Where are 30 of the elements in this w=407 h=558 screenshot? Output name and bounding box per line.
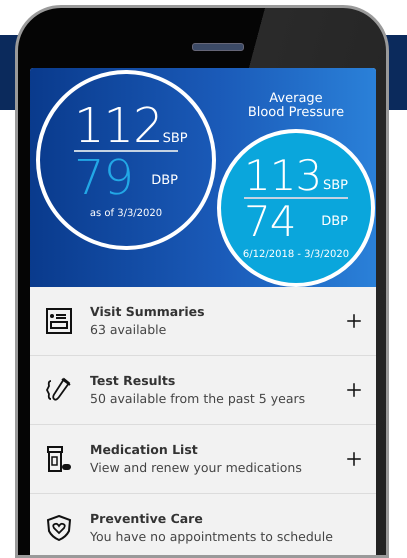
systolic-value: 113 <box>244 155 322 198</box>
unit-label: DBP <box>151 172 178 188</box>
unit-label: DBP <box>321 214 348 230</box>
item-title: Preventive Care <box>90 511 204 526</box>
heart-shield-icon <box>46 514 72 541</box>
systolic-value: 112 <box>74 102 163 150</box>
diastolic-value: 74 <box>244 201 296 244</box>
item-title: Visit Summaries <box>90 304 206 320</box>
list-item[interactable]: Test Results 50 available from the past 5 years <box>30 356 376 425</box>
unit-label: SBP <box>322 178 348 194</box>
diastolic-value: 79 <box>74 154 134 202</box>
item-title: Test Results <box>90 373 176 388</box>
average-title: Average Blood Pressure <box>248 92 344 121</box>
list-item[interactable]: Medication List View and renew your medications <box>30 424 376 494</box>
date-label: as of 3/3/2020 <box>90 208 162 218</box>
plus-icon[interactable] <box>346 312 362 329</box>
unit-label: SBP <box>162 130 188 146</box>
item-subtitle: You have no appointments to schedule <box>90 529 334 544</box>
earpiece <box>192 43 244 51</box>
plus-icon[interactable] <box>346 382 362 398</box>
document-card-icon <box>46 308 72 334</box>
list-item[interactable]: Visit Summaries 63 available <box>30 286 376 356</box>
test-tube-icon <box>46 376 72 403</box>
item-subtitle: 63 available <box>90 322 168 338</box>
plus-icon[interactable] <box>346 450 362 467</box>
item-subtitle: 50 available from the past 5 years <box>90 391 306 406</box>
date-label: 6/12/2018 - 3/3/2020 <box>242 249 350 260</box>
pill-bottle-icon <box>46 446 72 472</box>
item-subtitle: View and renew your medications <box>90 460 303 476</box>
item-title: Medication List <box>90 442 199 458</box>
